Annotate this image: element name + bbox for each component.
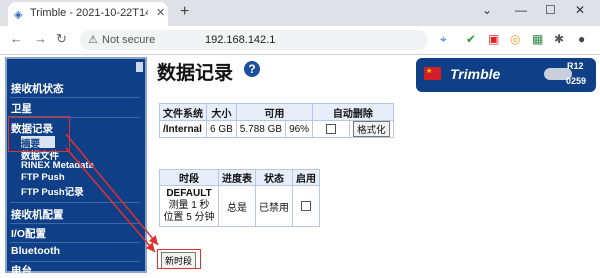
browser-tabstrip: ◈ Trimble - 2021-10-22T14:18:13Z ✕ + ⌄ —… [0, 0, 600, 26]
address-bar: ← → ↻ ⚠ Not secure 192.168.142.1 ⌖ ✔ ▣ ◎… [0, 26, 600, 55]
url-text: 192.168.142.1 [205, 34, 276, 46]
new-tab-icon[interactable]: + [180, 3, 189, 21]
trimble-favicon-icon: ◈ [14, 9, 23, 21]
annotation-arrows [65, 133, 159, 253]
puzzle-extension-icon[interactable]: ✱ [554, 32, 564, 46]
url-field[interactable]: ⚠ Not secure 192.168.142.1 [80, 30, 428, 50]
annotation-arrow [65, 133, 159, 246]
back-icon[interactable]: ← [10, 31, 23, 46]
tab-title: Trimble - 2021-10-22T14:18:13Z [30, 7, 148, 19]
not-secure-label: Not secure [102, 34, 156, 46]
browser-tab[interactable]: ◈ Trimble - 2021-10-22T14:18:13Z ✕ [8, 2, 168, 26]
close-tab-icon[interactable]: ✕ [156, 6, 165, 19]
tab-search-icon[interactable]: ⌄ [482, 3, 492, 17]
check-extension-icon[interactable]: ✔ [466, 32, 476, 46]
close-window-icon[interactable]: ✕ [575, 3, 585, 17]
profile-avatar-icon[interactable]: ● [578, 32, 585, 46]
reload-icon[interactable]: ↻ [56, 31, 67, 47]
minimize-icon[interactable]: — [515, 3, 527, 17]
location-icon[interactable]: ⌖ [440, 32, 447, 47]
maximize-icon[interactable]: ☐ [545, 3, 556, 17]
pdf-extension-icon[interactable]: ▣ [488, 32, 499, 46]
warning-icon: ⚠ [88, 34, 98, 46]
circle-extension-icon[interactable]: ◎ [510, 32, 520, 46]
annotation-arrow [65, 147, 156, 253]
forward-icon[interactable]: → [34, 31, 47, 46]
page-content: 接收机状态 卫星 数据记录 摘要 数据文件 RINEX Metadata FTP… [0, 55, 600, 277]
grid-extension-icon[interactable]: ▦ [532, 32, 543, 46]
